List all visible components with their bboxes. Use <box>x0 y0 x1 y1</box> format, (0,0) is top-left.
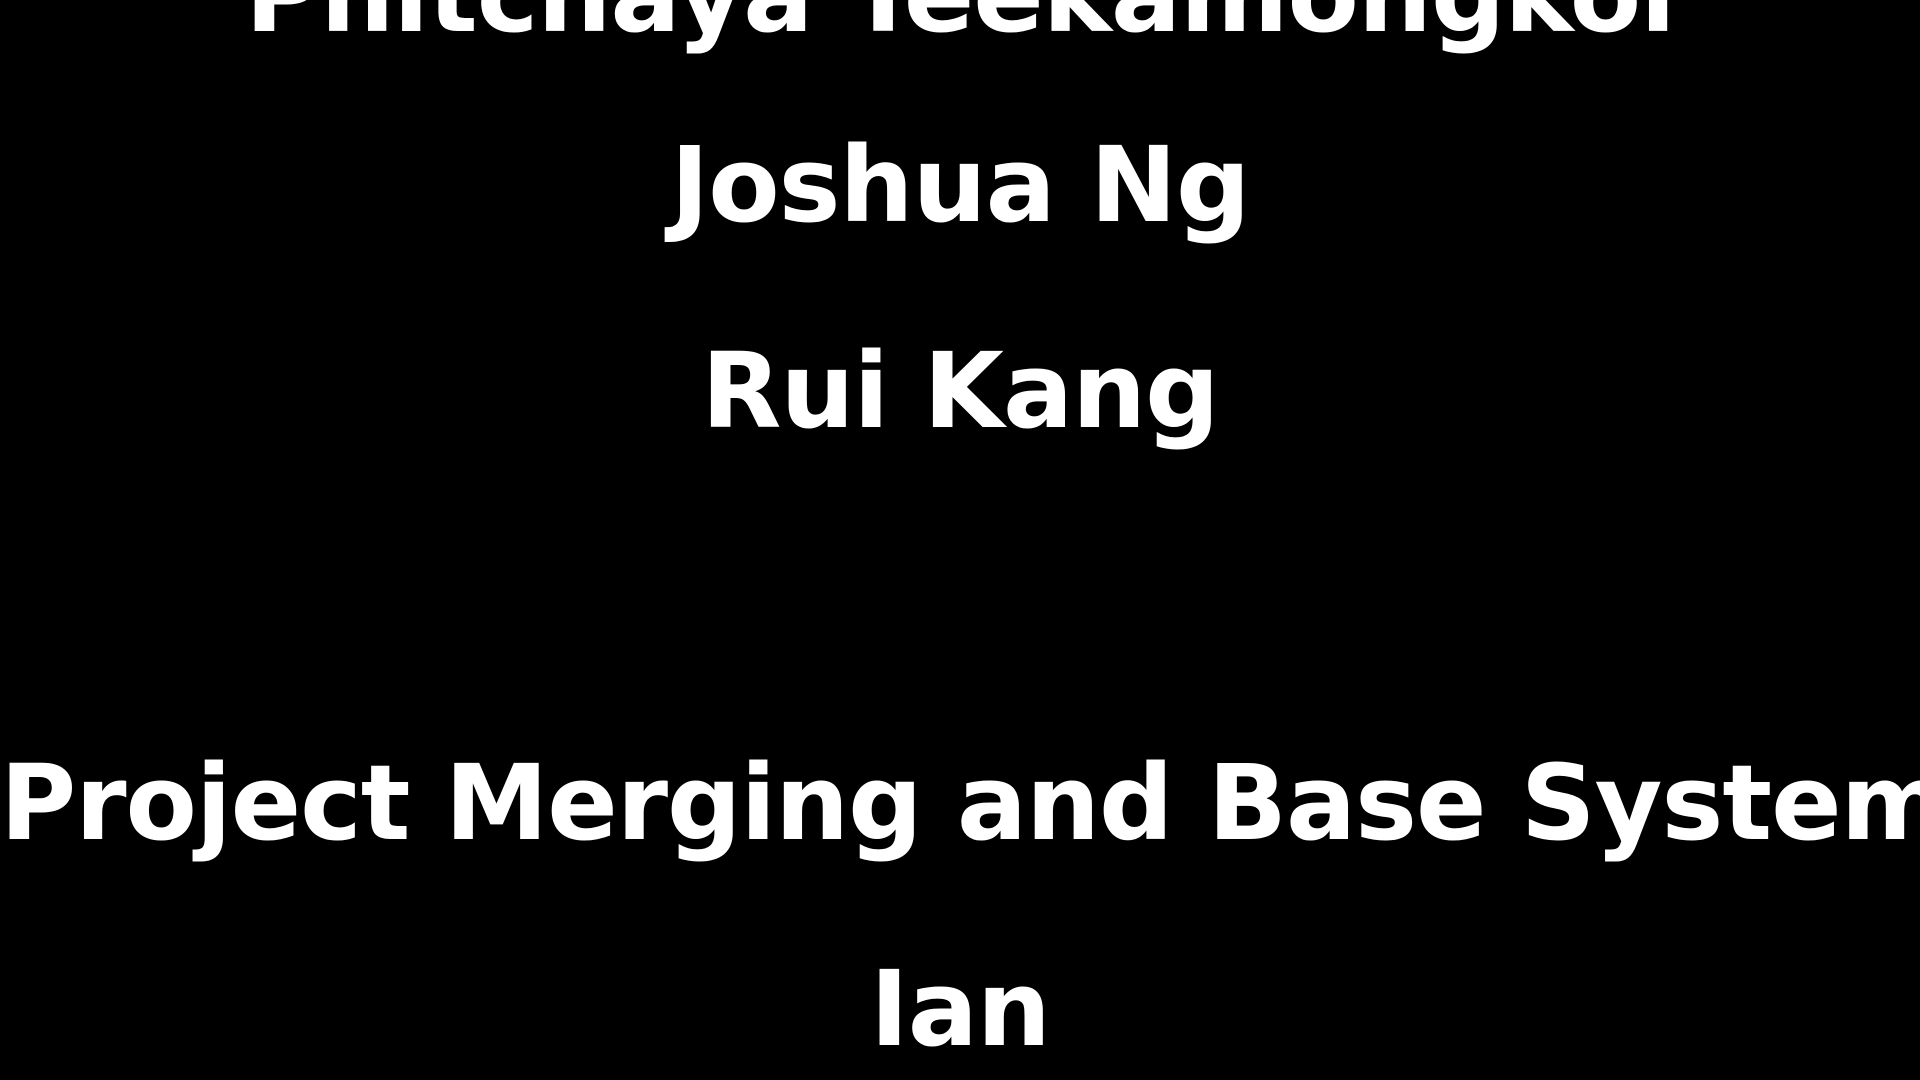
credit-name: Rui Kang <box>701 330 1219 452</box>
credit-section-heading: Project Merging and Base Systems <box>0 742 1920 864</box>
credit-name: Joshua Ng <box>670 124 1251 246</box>
credits-screen: Phitchaya Teekamongkol Joshua Ng Rui Kan… <box>0 0 1920 1080</box>
credit-name-partial: Phitchaya Teekamongkol <box>0 0 1920 60</box>
credit-name: Ian <box>870 948 1051 1070</box>
